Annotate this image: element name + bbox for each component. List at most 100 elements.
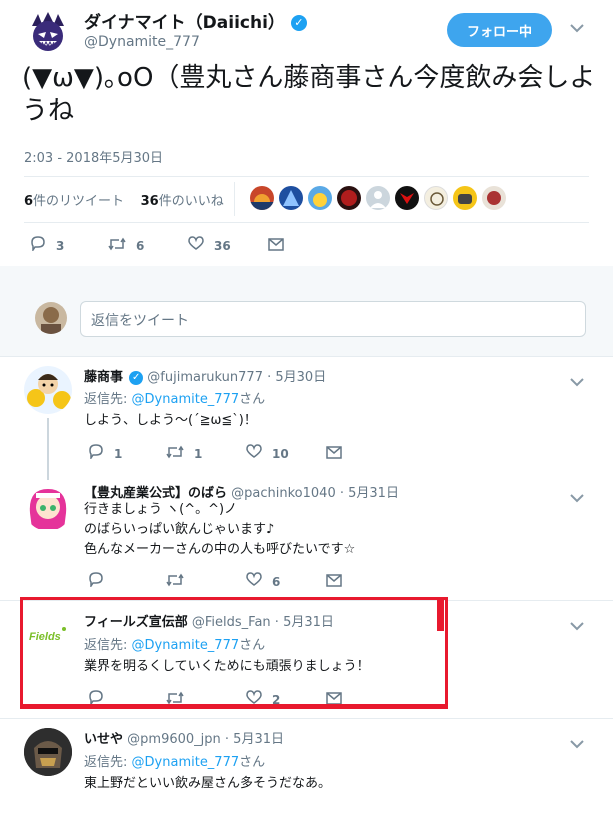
reply-text-line: 色んなメーカーさんの中の人も呼びたいです☆ xyxy=(84,542,356,557)
thread-line xyxy=(47,418,49,480)
like-count: 6 xyxy=(272,574,281,589)
like-count: 36 xyxy=(140,194,159,209)
divider xyxy=(24,222,589,223)
reply-icon[interactable] xyxy=(88,444,104,463)
retweet-action[interactable] xyxy=(166,572,194,591)
liker-avatar[interactable] xyxy=(424,186,448,210)
reply-header: 藤商事 ✓ @fujimarukun777 · 5月30日 xyxy=(84,370,327,385)
reply-to-prefix: 返信先: xyxy=(84,755,128,770)
like-icon[interactable] xyxy=(188,236,204,255)
reply-author-name[interactable]: 【豊丸産業公式】のばら xyxy=(84,486,227,501)
reply-author-handle[interactable]: @pm9600_jpn xyxy=(127,732,221,747)
retweet-count: 1 xyxy=(194,446,203,461)
reply-action[interactable] xyxy=(88,572,114,591)
retweet-icon[interactable] xyxy=(108,236,126,255)
verified-icon: ✓ xyxy=(290,15,307,31)
chevron-down-icon[interactable] xyxy=(570,616,584,635)
retweet-count: 6 xyxy=(24,194,34,209)
reply-author-name[interactable]: 藤商事 xyxy=(84,370,123,385)
retweet-icon[interactable] xyxy=(166,572,184,591)
like-stat[interactable]: 36件のいいね xyxy=(141,194,224,209)
reply-avatar[interactable] xyxy=(24,728,72,776)
reply-to-user[interactable]: @Dynamite_777 xyxy=(132,755,240,770)
liker-avatar[interactable] xyxy=(482,186,506,210)
reply-action[interactable]: 1 xyxy=(88,444,122,463)
reply-date[interactable]: 5月31日 xyxy=(233,732,284,747)
divider xyxy=(0,356,613,357)
retweet-stat-label: 件のリツイート xyxy=(33,194,125,209)
retweet-count: 6 xyxy=(136,238,145,253)
like-action[interactable]: 10 xyxy=(246,444,289,463)
reply-header: いせや @pm9600_jpn · 5月31日 xyxy=(84,732,284,747)
dm-icon[interactable] xyxy=(268,236,284,255)
chevron-down-icon[interactable] xyxy=(570,372,584,391)
tweet-timestamp[interactable]: 2:03 - 2018年5月30日 xyxy=(24,147,163,166)
reply-input[interactable]: 返信をツイート xyxy=(80,301,586,337)
liker-avatar[interactable] xyxy=(366,186,390,210)
retweet-action[interactable]: 1 xyxy=(166,444,202,463)
like-stat-label: 件のいいね xyxy=(158,194,224,209)
like-action[interactable]: 6 xyxy=(246,572,280,591)
dm-icon[interactable] xyxy=(326,572,342,591)
chevron-down-icon[interactable] xyxy=(570,734,584,753)
divider xyxy=(24,176,589,177)
dm-action[interactable] xyxy=(326,572,352,591)
reply-date[interactable]: 5月30日 xyxy=(275,370,326,385)
reply-action[interactable]: 3 xyxy=(30,236,64,255)
reply-author-handle[interactable]: @pachinko1040 xyxy=(231,486,336,501)
highlight-mark xyxy=(437,597,444,631)
chevron-down-icon[interactable] xyxy=(570,488,584,507)
reply-to-user[interactable]: @Dynamite_777 xyxy=(132,392,240,407)
reply-avatar[interactable] xyxy=(24,366,72,414)
reply-to-line: 返信先: @Dynamite_777さん xyxy=(84,388,265,407)
reply-count: 3 xyxy=(56,238,65,253)
following-button[interactable]: フォロー中 xyxy=(447,13,552,47)
dm-icon[interactable] xyxy=(326,444,342,463)
reply-author-handle[interactable]: @fujimarukun777 xyxy=(147,370,263,385)
current-user-avatar xyxy=(35,302,67,334)
dm-action[interactable] xyxy=(268,236,294,255)
liker-avatar[interactable] xyxy=(250,186,274,210)
stats-separator xyxy=(234,182,235,216)
section-gap xyxy=(0,266,613,280)
reply-to-prefix: 返信先: xyxy=(84,392,128,407)
author-name-text[interactable]: ダイナマイト（Daiichi） xyxy=(84,13,285,33)
divider xyxy=(0,718,613,719)
chevron-down-icon[interactable] xyxy=(570,22,584,37)
reply-author-name[interactable]: いせや xyxy=(84,732,123,747)
like-icon[interactable] xyxy=(246,444,262,463)
highlight-box xyxy=(20,597,448,709)
reply-text-line: 行きましょう ヽ(^。^)ノ xyxy=(84,502,238,517)
retweet-icon[interactable] xyxy=(166,444,184,463)
retweet-action[interactable]: 6 xyxy=(108,236,144,255)
liker-avatar[interactable] xyxy=(453,186,477,210)
verified-icon: ✓ xyxy=(129,371,144,385)
reply-text: しよう、しよう〜(´≧ω≦`)！ xyxy=(84,413,257,428)
reply-text: 行きましょう ヽ(^。^)ノ のばらいっぱい飲んじゃいます♪ 色んなメーカーさん… xyxy=(84,500,355,560)
like-action[interactable]: 36 xyxy=(188,236,231,255)
author-name[interactable]: ダイナマイト（Daiichi） ✓ xyxy=(84,8,307,33)
reply-count: 1 xyxy=(114,446,123,461)
author-handle[interactable]: @Dynamite_777 xyxy=(84,34,200,50)
reply-to-suffix: さん xyxy=(239,392,266,407)
author-avatar[interactable] xyxy=(24,8,72,56)
liker-avatar[interactable] xyxy=(395,186,419,210)
tweet-stats: 6件のリツイート 36件のいいね xyxy=(24,190,224,209)
liker-avatar[interactable] xyxy=(279,186,303,210)
dm-action[interactable] xyxy=(326,444,352,463)
reply-to-line: 返信先: @Dynamite_777さん xyxy=(84,751,265,770)
tweet-text: (▼ω▼)｡oO（豊丸さん藤商事さん今度飲み会しようね xyxy=(22,63,596,126)
reply-icon[interactable] xyxy=(30,236,46,255)
like-count: 36 xyxy=(214,238,231,253)
reply-header: 【豊丸産業公式】のばら @pachinko1040 · 5月31日 xyxy=(84,486,399,501)
reply-avatar[interactable] xyxy=(24,483,72,531)
like-count: 10 xyxy=(272,446,289,461)
liker-avatar[interactable] xyxy=(308,186,332,210)
reply-date[interactable]: 5月31日 xyxy=(348,486,399,501)
liker-avatar[interactable] xyxy=(337,186,361,210)
retweet-stat[interactable]: 6件のリツイート xyxy=(24,194,124,209)
reply-text-line: のばらいっぱい飲んじゃいます♪ xyxy=(84,522,275,537)
like-icon[interactable] xyxy=(246,572,262,591)
reply-icon[interactable] xyxy=(88,572,104,591)
reply-text: 東上野だといい飲み屋さん多そうだなあ。 xyxy=(84,776,332,791)
